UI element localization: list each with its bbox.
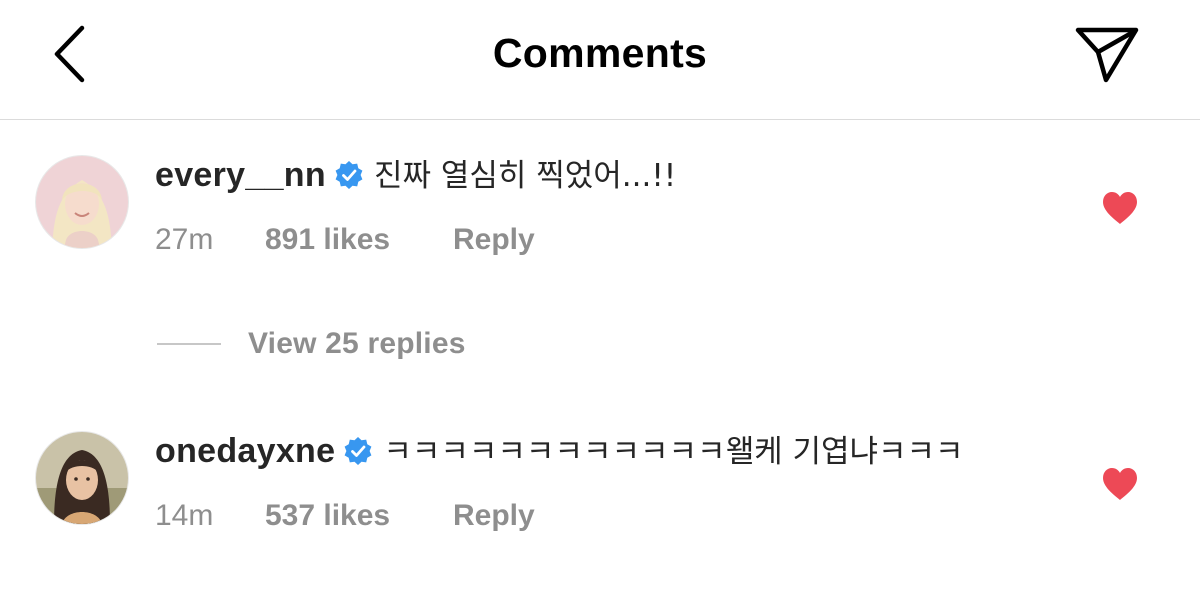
comment-username[interactable]: onedayxne	[155, 432, 335, 470]
avatar[interactable]	[36, 156, 128, 248]
comment-time: 14m	[155, 499, 214, 532]
view-replies-button[interactable]: View 25 replies	[157, 324, 466, 364]
view-replies-label: View 25 replies	[248, 327, 466, 360]
comment-username[interactable]: every__nn	[155, 156, 326, 194]
share-button[interactable]	[1074, 24, 1140, 84]
avatar[interactable]	[36, 432, 128, 524]
verified-badge-icon	[344, 437, 372, 465]
comment-meta: 14m 537 likes Reply	[155, 499, 535, 533]
reply-button[interactable]: Reply	[453, 499, 535, 533]
paper-plane-icon	[1075, 27, 1139, 83]
comment-row: onedayxne ㅋㅋㅋㅋㅋㅋㅋㅋㅋㅋㅋㅋ왤케 기엽냐ㅋㅋㅋ 14m 537 l…	[0, 431, 1200, 533]
comment-likes[interactable]: 537 likes	[265, 499, 453, 533]
avatar-image	[36, 156, 128, 248]
comment-meta: 27m 891 likes Reply	[155, 223, 535, 257]
comment-likes[interactable]: 891 likes	[265, 223, 453, 257]
reply-button[interactable]: Reply	[453, 223, 535, 257]
comment-text: 진짜 열심히 찍었어...!!	[373, 158, 677, 194]
comment-time: 27m	[155, 223, 214, 256]
comment-text: ㅋㅋㅋㅋㅋㅋㅋㅋㅋㅋㅋㅋ왤케 기엽냐ㅋㅋㅋ	[383, 434, 964, 470]
divider-line	[157, 343, 221, 345]
heart-icon[interactable]	[1101, 191, 1139, 225]
header-bar: Comments	[0, 0, 1200, 120]
comment-row: every__nn 진짜 열심히 찍었어...!! 27m 891 likes Re…	[0, 155, 1200, 257]
verified-badge-icon	[335, 161, 363, 189]
avatar-image	[36, 432, 128, 524]
page-title: Comments	[492, 30, 708, 76]
heart-icon[interactable]	[1101, 467, 1139, 501]
